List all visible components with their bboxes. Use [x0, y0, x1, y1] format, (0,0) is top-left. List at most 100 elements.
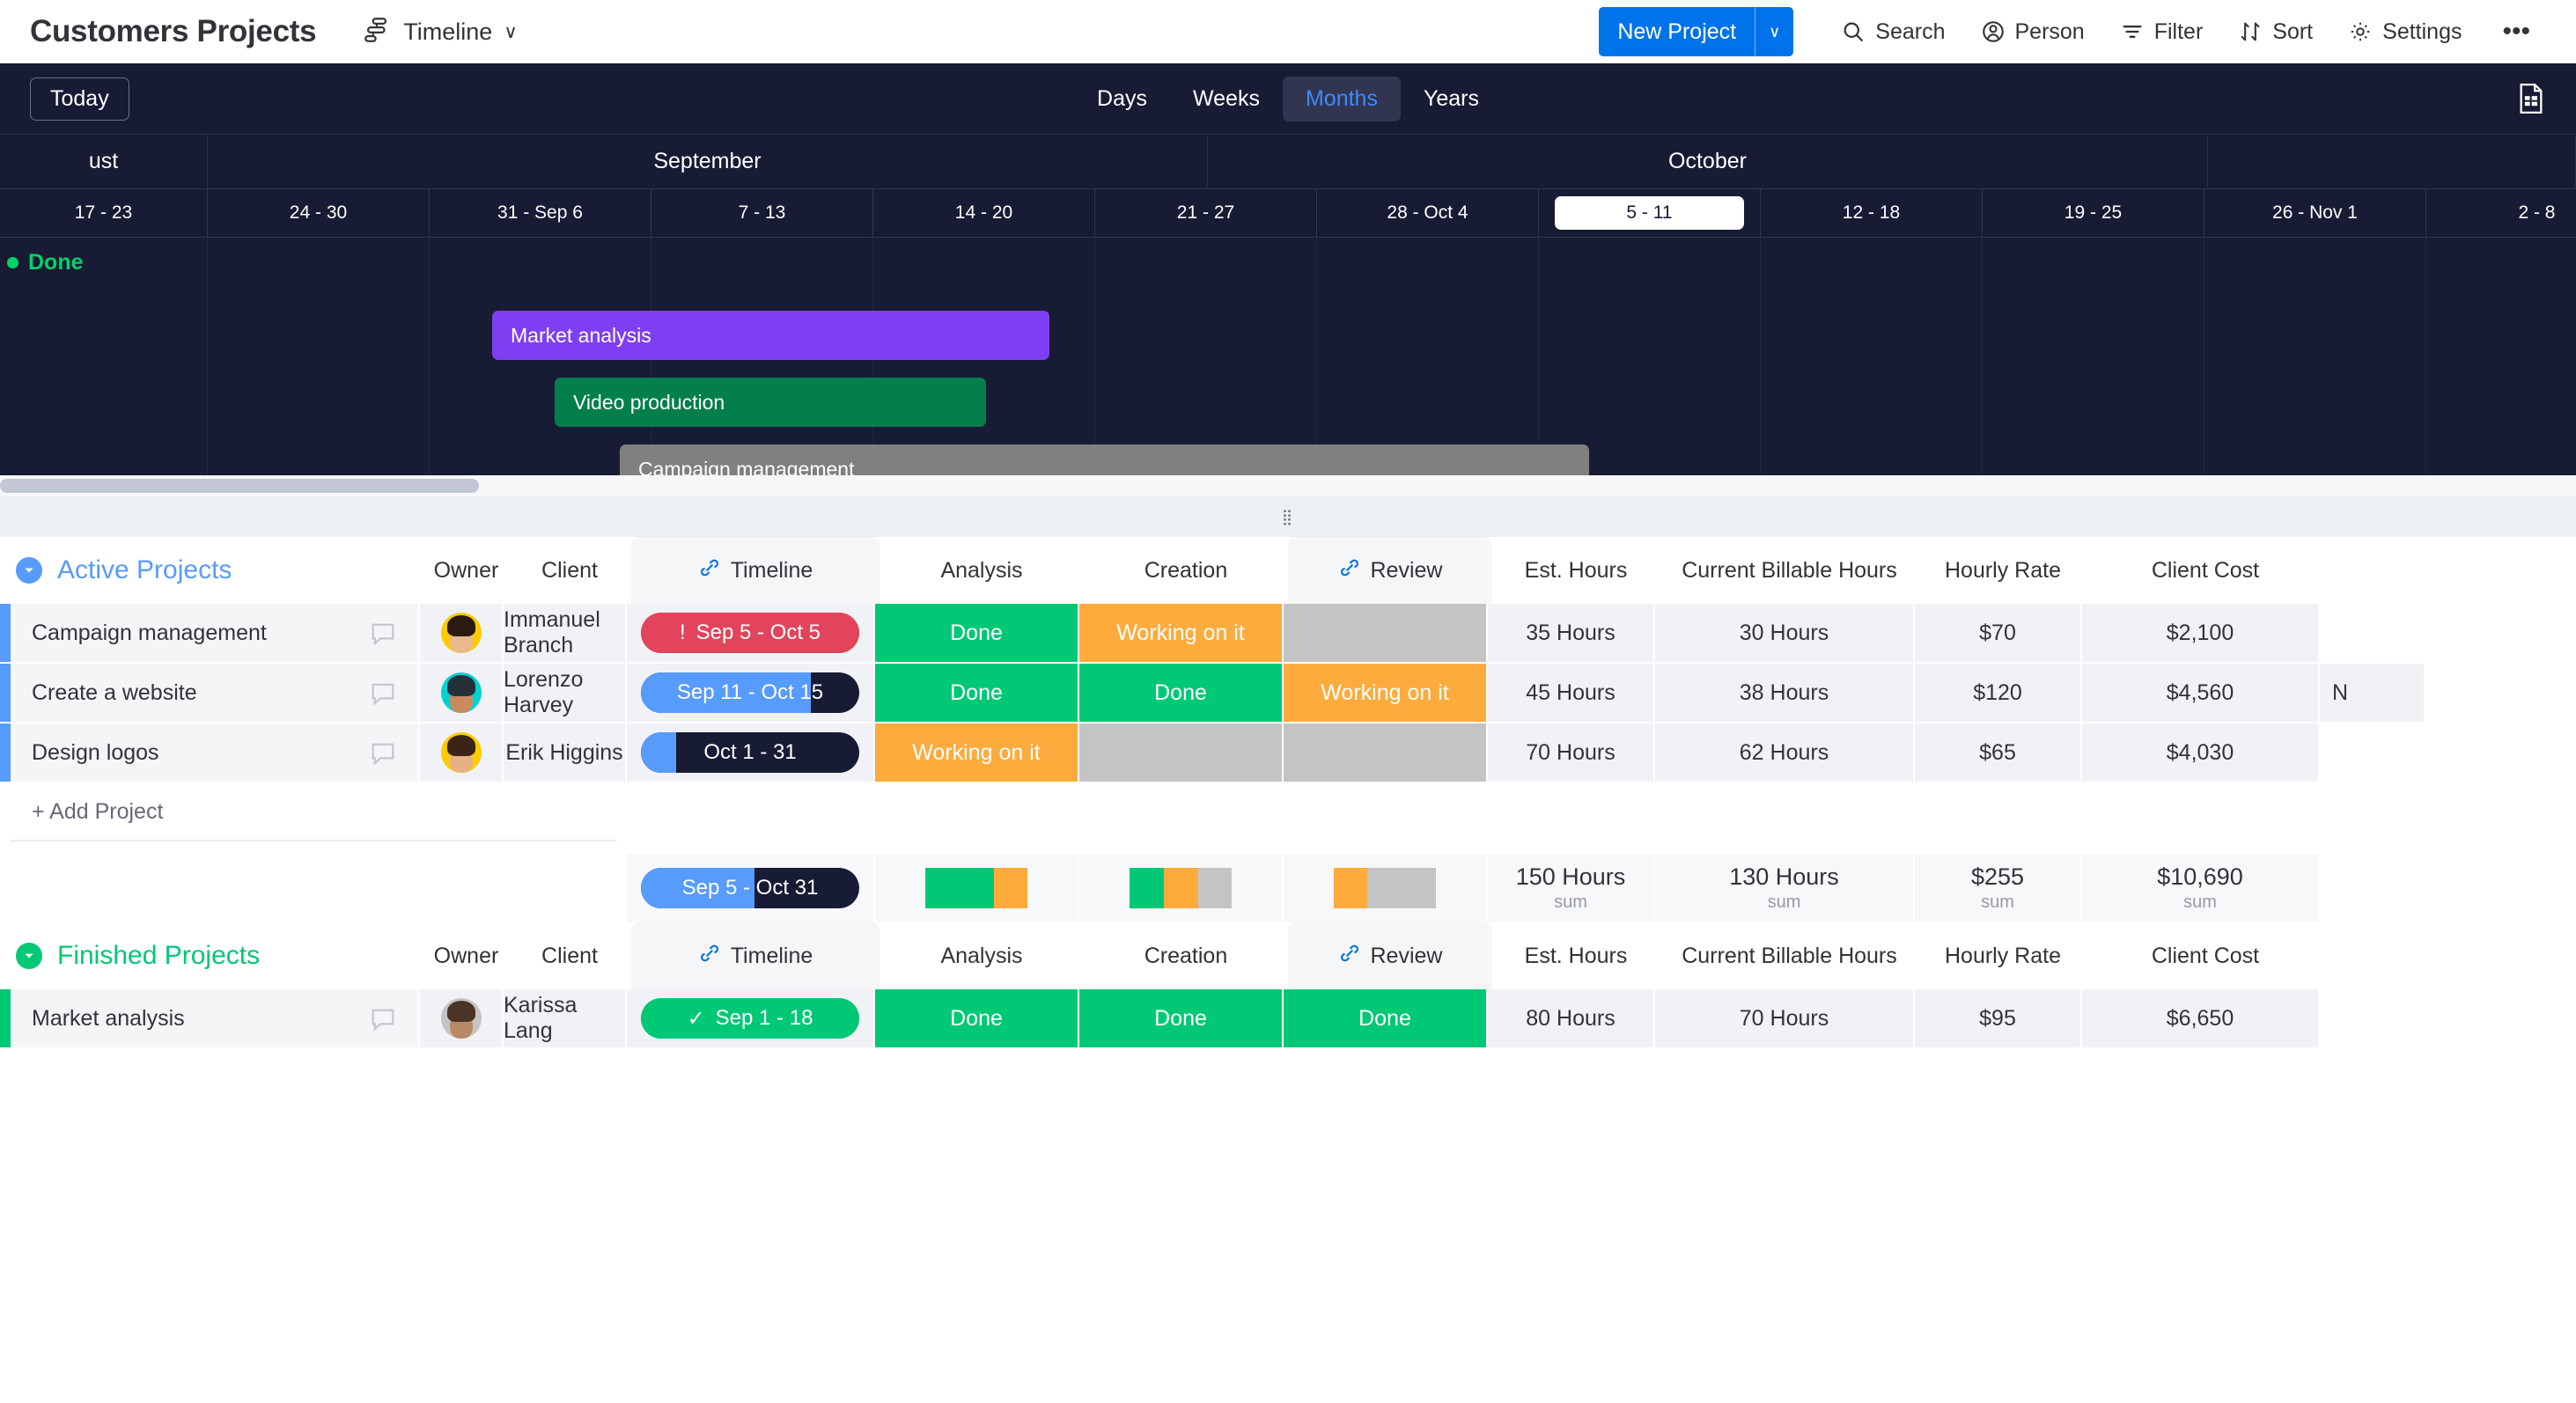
status-cell-analysis[interactable]: Done [875, 989, 1079, 1047]
column-header-creation[interactable]: Creation [1084, 537, 1288, 604]
filter-button[interactable]: Filter [2102, 7, 2221, 56]
table-row[interactable]: Create a website Lorenzo Harvey Sep 11 - O… [0, 664, 2576, 722]
new-project-dropdown-icon[interactable]: ∨ [1755, 7, 1793, 56]
status-cell-analysis[interactable]: Done [875, 664, 1079, 722]
timeline-week-column[interactable]: 12 - 18 [1761, 189, 1983, 237]
status-cell-creation[interactable]: Done [1079, 664, 1284, 722]
table-row[interactable]: Market analysis Karissa Lang ✓ Sep 1 - 18 Do… [0, 989, 2576, 1047]
gantt-bar[interactable]: Market analysis [492, 311, 1049, 360]
status-cell-review[interactable]: Working on it [1284, 664, 1488, 722]
timeline-pill[interactable]: Oct 1 - 31 [641, 732, 859, 773]
comment-bubble-icon[interactable] [367, 678, 399, 708]
column-header-analysis[interactable]: Analysis [880, 922, 1084, 989]
column-header-client[interactable]: Client [508, 922, 631, 989]
status-cell-analysis[interactable]: Working on it [875, 724, 1079, 782]
column-header-review[interactable]: Review [1288, 537, 1492, 604]
timeline-week-column[interactable]: 2 - 8 [2426, 189, 2576, 237]
cell-billable-hours: 70 Hours [1655, 989, 1915, 1047]
status-cell-creation[interactable] [1079, 724, 1284, 782]
column-header-owner[interactable]: Owner [424, 537, 508, 604]
column-header-analysis[interactable]: Analysis [880, 537, 1084, 604]
column-header-timeline[interactable]: Timeline [631, 537, 880, 604]
view-switcher[interactable]: Timeline ∨ [362, 15, 518, 49]
timeline-week-column[interactable]: 17 - 23 [0, 189, 208, 237]
group-title[interactable]: Active Projects [57, 555, 424, 585]
timeline-week-column[interactable]: 21 - 27 [1095, 189, 1317, 237]
check-icon: ✓ [687, 1006, 705, 1031]
timeline-pill[interactable]: ! Sep 5 - Oct 5 [641, 613, 859, 653]
group-title[interactable]: Finished Projects [57, 941, 424, 971]
timeline-canvas[interactable]: Done Market analysis Video production Camp… [0, 238, 2576, 475]
timeline-week-column[interactable]: 28 - Oct 4 [1317, 189, 1539, 237]
zoom-level-weeks[interactable]: Weeks [1170, 77, 1283, 121]
avatar[interactable] [440, 672, 482, 713]
timeline-week-column[interactable]: 26 - Nov 1 [2204, 189, 2426, 237]
today-button[interactable]: Today [30, 77, 129, 121]
settings-button[interactable]: Settings [2330, 7, 2479, 56]
table-row[interactable]: Design logos Erik Higgins Oct 1 - 31 Workin… [0, 724, 2576, 782]
summary-timeline-pill[interactable]: Sep 5 - Oct 31 [641, 868, 859, 908]
search-button[interactable]: Search [1823, 7, 1962, 56]
group-collapse-toggle[interactable] [16, 557, 42, 584]
avatar[interactable] [440, 732, 482, 773]
sort-button[interactable]: Sort [2220, 7, 2330, 56]
battery-segment [1367, 868, 1436, 908]
timeline-week-column[interactable]: 24 - 30 [208, 189, 430, 237]
person-button[interactable]: Person [1963, 7, 2102, 56]
gantt-bar[interactable]: Campaign management [620, 444, 1589, 475]
timeline-week-column[interactable]: 19 - 25 [1983, 189, 2204, 237]
status-cell-analysis[interactable]: Done [875, 604, 1079, 662]
summary-battery-creation[interactable] [1079, 854, 1284, 922]
column-header-hourly-rate[interactable]: Hourly Rate [1919, 537, 2087, 604]
new-project-button[interactable]: New Project [1599, 7, 1755, 56]
comment-bubble-icon[interactable] [367, 738, 399, 768]
status-cell-review[interactable] [1284, 604, 1488, 662]
cell-timeline: ✓ Sep 1 - 18 [627, 989, 875, 1047]
timeline-week-column[interactable]: 31 - Sep 6 [430, 189, 651, 237]
timeline-week-column[interactable]: 7 - 13 [651, 189, 873, 237]
filter-icon [2120, 19, 2145, 44]
gantt-bar[interactable]: Video production [555, 378, 986, 427]
comment-bubble-icon[interactable] [367, 1003, 399, 1033]
group-collapse-toggle[interactable] [16, 943, 42, 969]
avatar[interactable] [440, 613, 482, 653]
status-cell-creation[interactable]: Working on it [1079, 604, 1284, 662]
summary-battery-analysis[interactable] [875, 854, 1079, 922]
timeline-horizontal-scrollbar[interactable] [0, 475, 2576, 496]
column-header-current-billable-hours[interactable]: Current Billable Hours [1660, 922, 1919, 989]
column-header-creation[interactable]: Creation [1084, 922, 1288, 989]
summary-battery-review[interactable] [1284, 854, 1488, 922]
column-header-client-cost[interactable]: Client Cost [2087, 922, 2324, 989]
avatar[interactable] [440, 998, 482, 1039]
chevron-down-icon[interactable]: ∨ [504, 23, 517, 41]
status-cell-review[interactable] [1284, 724, 1488, 782]
status-cell-creation[interactable]: Done [1079, 989, 1284, 1047]
column-header-est-hours[interactable]: Est. Hours [1492, 537, 1660, 604]
scrollbar-thumb[interactable] [0, 479, 479, 493]
column-header-est-hours[interactable]: Est. Hours [1492, 922, 1660, 989]
column-header-owner[interactable]: Owner [424, 922, 508, 989]
zoom-level-years[interactable]: Years [1401, 77, 1502, 121]
row-accent-bar [0, 989, 11, 1047]
column-header-hourly-rate[interactable]: Hourly Rate [1919, 922, 2087, 989]
panel-resize-handle[interactable]: ⣿ [0, 496, 2576, 537]
column-header-timeline[interactable]: Timeline [631, 922, 880, 989]
add-project-row[interactable]: + Add Project [0, 783, 2576, 841]
status-cell-review[interactable]: Done [1284, 989, 1488, 1047]
timeline-pill[interactable]: ✓ Sep 1 - 18 [641, 998, 859, 1039]
comment-bubble-icon[interactable] [367, 618, 399, 648]
timeline-pill[interactable]: Sep 11 - Oct 15 [641, 672, 859, 713]
zoom-level-months[interactable]: Months [1282, 76, 1401, 121]
column-header-current-billable-hours[interactable]: Current Billable Hours [1660, 537, 1919, 604]
column-header-client[interactable]: Client [508, 537, 631, 604]
new-project-button-group[interactable]: New Project ∨ [1599, 7, 1794, 56]
table-row[interactable]: Campaign management Immanuel Branch! Sep 5… [0, 604, 2576, 662]
zoom-level-days[interactable]: Days [1074, 77, 1170, 121]
timeline-week-column[interactable]: 5 - 11 [1539, 189, 1761, 237]
add-project-button[interactable]: + Add Project [11, 783, 616, 841]
more-options-button[interactable]: ••• [2479, 18, 2546, 45]
timeline-week-column[interactable]: 14 - 20 [873, 189, 1095, 237]
column-header-review[interactable]: Review [1288, 922, 1492, 989]
export-document-icon[interactable] [2516, 82, 2546, 115]
column-header-client-cost[interactable]: Client Cost [2087, 537, 2324, 604]
